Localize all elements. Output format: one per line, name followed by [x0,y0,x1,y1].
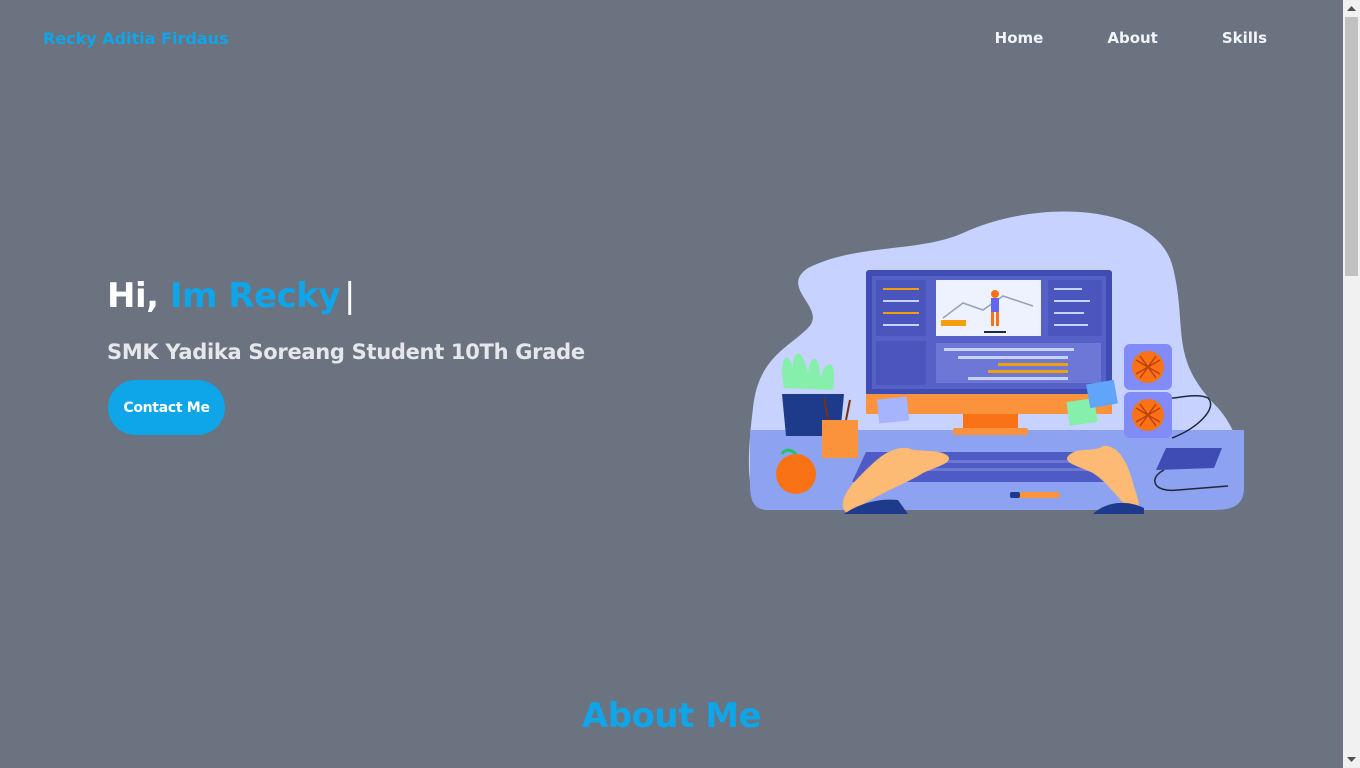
phone [1156,448,1222,470]
vertical-scrollbar[interactable] [1343,0,1360,768]
page: Recky Aditia Firdaus Home About Skills H… [0,0,1343,768]
nav-link-home[interactable]: Home [995,29,1044,47]
hero-greeting: Hi, [107,276,159,316]
hero-title: Hi, Im Recky | [107,276,355,316]
scroll-thumb[interactable] [1345,17,1358,276]
video-preview [936,280,1041,336]
nav-link-skills[interactable]: Skills [1222,29,1267,47]
hero-subtitle: SMK Yadika Soreang Student 10Th Grade [107,340,585,364]
nav-links: Home About Skills [995,29,1267,47]
about-section-title: About Me [581,696,762,736]
apple [776,454,816,494]
scroll-down-icon[interactable] [1343,751,1360,768]
typing-caret: | [343,276,355,316]
navbar: Recky Aditia Firdaus Home About Skills [0,0,1343,78]
contact-me-button[interactable]: Contact Me [108,380,225,435]
developer-illustration [748,211,1244,514]
brand-link[interactable]: Recky Aditia Firdaus [43,29,229,48]
hero-name: Im Recky [169,276,341,316]
scroll-up-icon[interactable] [1343,0,1360,17]
nav-link-about[interactable]: About [1107,29,1158,47]
